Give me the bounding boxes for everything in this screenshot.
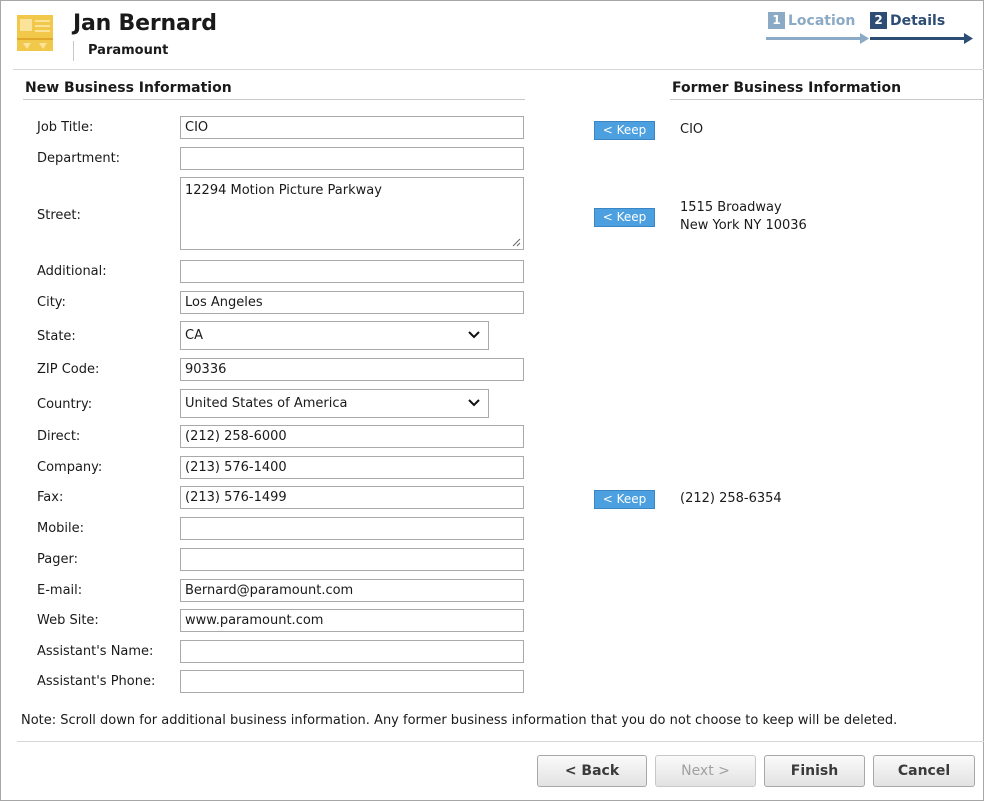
keep-street-button[interactable]: < Keep [594,208,655,227]
wizard-progress-arrows [766,33,973,44]
next-button[interactable]: Next > [655,755,756,787]
additional-label: Additional: [37,264,107,279]
wizard-steps: 1 Location 2 Details [766,10,976,50]
email-label: E-mail: [37,583,83,598]
company-phone-input[interactable]: (213) 576-1400 [180,456,524,479]
section-divider [23,99,525,100]
street-textarea[interactable]: 12294 Motion Picture Parkway [180,177,524,250]
resize-grip-icon[interactable] [512,238,521,247]
mobile-input[interactable] [180,517,524,540]
assistant-name-input[interactable] [180,640,524,663]
contact-company: Paramount [88,43,169,58]
wizard-step-details: 2 Details [870,12,945,29]
country-selected-value: United States of America [185,396,348,411]
new-business-details-dialog: Jan Bernard Paramount 1 Location 2 Detai… [0,0,984,801]
former-street-line1: 1515 Broadway [680,200,782,215]
website-input[interactable]: www.paramount.com [180,609,524,632]
job-title-input[interactable]: CIO [180,116,524,139]
country-select[interactable]: United States of America [180,389,489,418]
assistant-name-label: Assistant's Name: [37,644,154,659]
direct-input[interactable]: (212) 258-6000 [180,425,524,448]
keep-fax-button[interactable]: < Keep [594,490,655,509]
email-input[interactable]: Bernard@paramount.com [180,579,524,602]
wizard-step-label: Location [788,12,856,29]
company-phone-label: Company: [37,460,103,475]
keep-job-title-button[interactable]: < Keep [594,121,655,140]
website-label: Web Site: [37,613,99,628]
former-fax: (212) 258-6354 [680,491,782,506]
zip-label: ZIP Code: [37,362,100,377]
direct-label: Direct: [37,429,81,444]
chevron-down-icon [468,399,480,407]
city-label: City: [37,295,66,310]
contact-card-icon [17,15,53,51]
company-divider [73,41,74,61]
wizard-step-number: 2 [870,12,887,29]
former-business-title: Former Business Information [672,80,902,96]
country-label: Country: [37,397,93,412]
contact-name: Jan Bernard [73,11,217,36]
wizard-step-label: Details [890,12,946,29]
back-button[interactable]: < Back [537,755,647,787]
assistant-phone-input[interactable] [180,670,524,693]
scroll-note: Note: Scroll down for additional busines… [21,713,898,728]
fax-label: Fax: [37,490,64,505]
mobile-label: Mobile: [37,521,85,536]
finish-button[interactable]: Finish [764,755,865,787]
state-select[interactable]: CA [180,321,489,350]
chevron-down-icon [468,331,480,339]
additional-input[interactable] [180,260,524,283]
pager-label: Pager: [37,552,78,567]
street-value: 12294 Motion Picture Parkway [185,183,382,198]
business-info-panel[interactable]: New Business Information Former Business… [13,69,984,709]
zip-input[interactable]: 90336 [180,358,524,381]
state-label: State: [37,329,76,344]
city-input[interactable]: Los Angeles [180,291,524,314]
former-job-title: CIO [680,122,704,137]
street-label: Street: [37,208,81,223]
footer-divider [17,741,984,742]
department-input[interactable] [180,147,524,170]
new-business-title: New Business Information [25,80,232,96]
wizard-step-location[interactable]: 1 Location [768,12,855,29]
cancel-button[interactable]: Cancel [873,755,975,787]
former-street-line2: New York NY 10036 [680,218,807,233]
department-label: Department: [37,151,121,166]
state-selected-value: CA [185,328,203,343]
pager-input[interactable] [180,548,524,571]
section-divider [670,99,984,100]
fax-input[interactable]: (213) 576-1499 [180,486,524,509]
job-title-label: Job Title: [37,120,94,135]
assistant-phone-label: Assistant's Phone: [37,674,156,689]
wizard-step-number: 1 [768,12,785,29]
